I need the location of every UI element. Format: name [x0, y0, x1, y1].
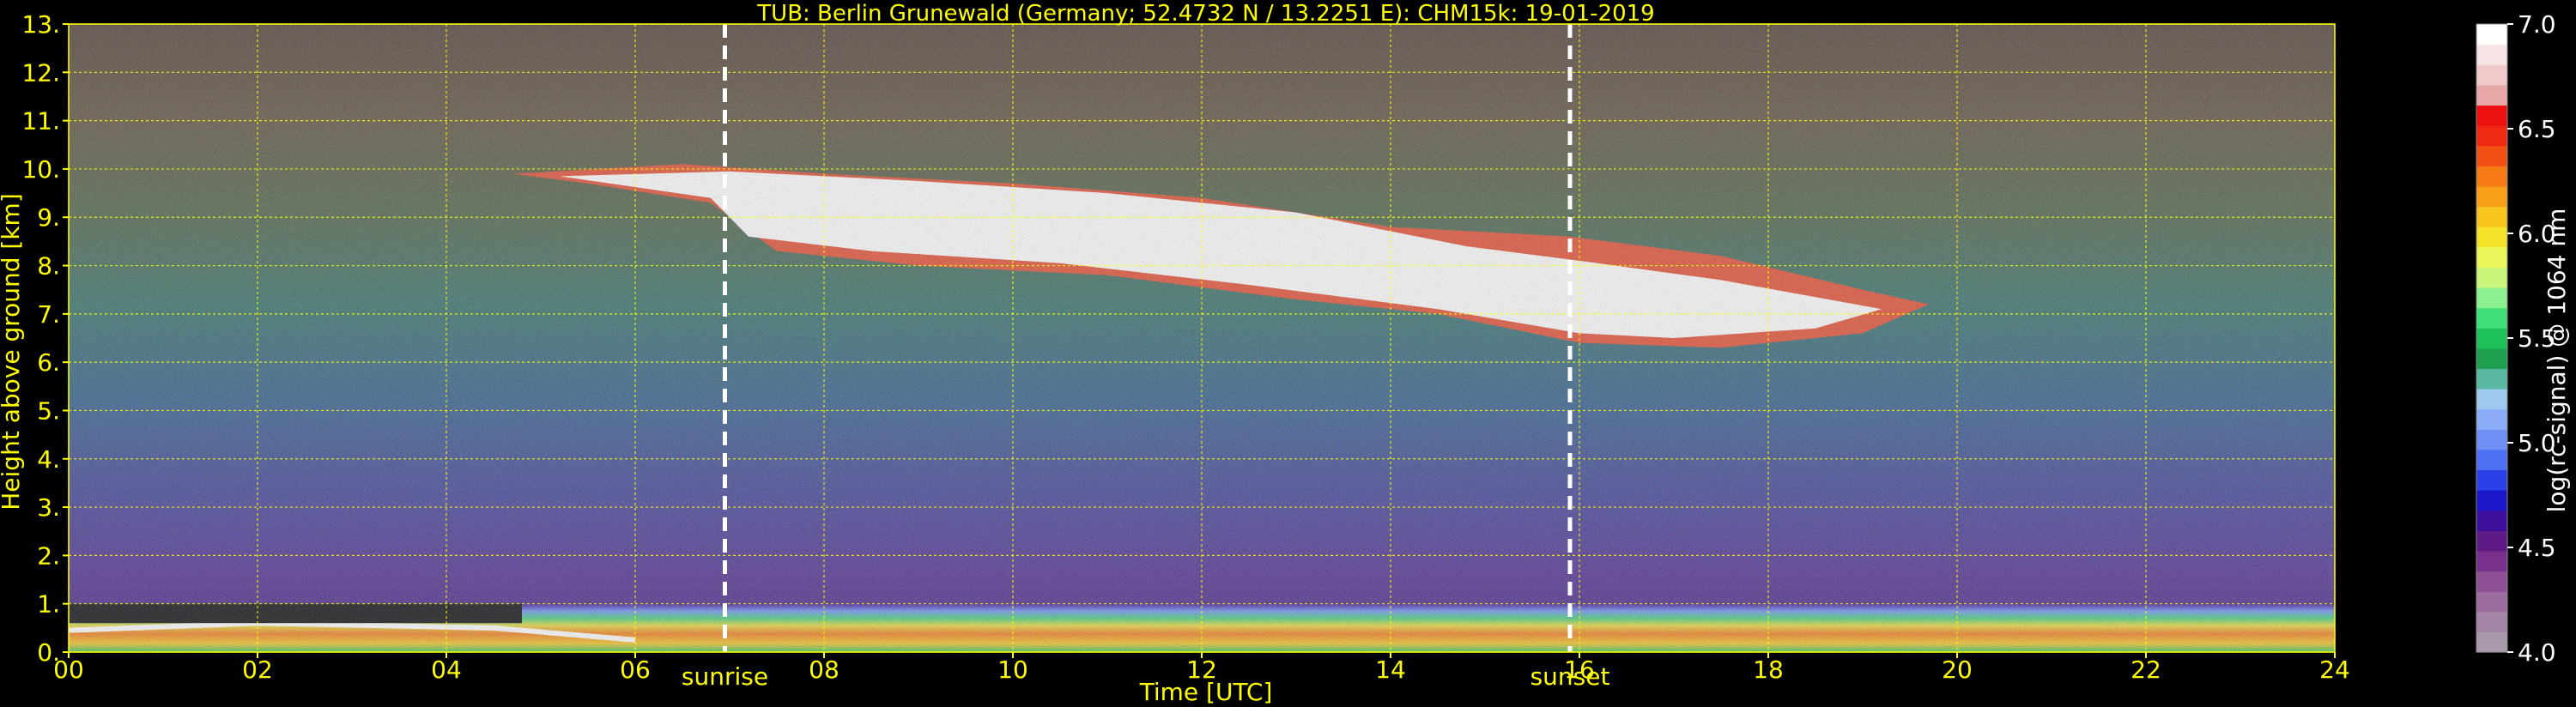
- y-tick-label: 13.: [21, 10, 60, 39]
- colorbar-swatch: [2476, 206, 2507, 227]
- y-tick-label: 5.: [37, 396, 60, 425]
- colorbar-swatch: [2476, 64, 2507, 86]
- x-tick-label: 00: [53, 656, 84, 684]
- x-tick-label: 06: [620, 656, 651, 684]
- colorbar-swatch: [2476, 449, 2507, 471]
- colorbar-swatch: [2476, 611, 2507, 632]
- y-tick-label: 12.: [21, 58, 60, 87]
- y-tick-label: 9.: [37, 203, 60, 232]
- colorbar-swatch: [2476, 24, 2507, 45]
- x-tick-label: 08: [809, 656, 839, 684]
- colorbar-swatch: [2476, 389, 2507, 410]
- x-tick-label: 10: [997, 656, 1028, 684]
- x-tick-label: 04: [431, 656, 462, 684]
- x-tick-label: 18: [1753, 656, 1784, 684]
- x-tick-label: 22: [2131, 656, 2161, 684]
- colorbar-swatch: [2476, 44, 2507, 65]
- y-tick-label: 2.: [37, 541, 60, 570]
- colorbar-swatch: [2476, 591, 2507, 613]
- y-axis-label: Height above ground [km]: [0, 193, 25, 511]
- y-tick-label: 6.: [37, 348, 60, 377]
- colorbar-swatch: [2476, 550, 2507, 572]
- y-tick-label: 10.: [21, 155, 60, 184]
- colorbar-tick-label: 6.5: [2518, 115, 2556, 143]
- colorbar-label: log(rc-signal) @ 1064 nm: [2543, 208, 2571, 513]
- colorbar-swatch: [2476, 347, 2507, 370]
- x-tick-label: 02: [242, 656, 273, 684]
- x-axis-label: Time [UTC]: [1139, 678, 1273, 706]
- colorbar-swatch: [2476, 530, 2507, 552]
- y-tick-label: 8.: [37, 252, 60, 281]
- colorbar-tick-label: 4.5: [2518, 534, 2556, 562]
- colorbar-swatch: [2476, 429, 2507, 450]
- y-tick-label: 3.: [37, 493, 60, 522]
- colorbar-swatch: [2476, 145, 2507, 166]
- y-tick-label: 7.: [37, 300, 60, 329]
- colorbar-swatch: [2476, 631, 2507, 653]
- lidar-ceilometer-chart: sunrise sunset 0.1.2.3.4.5.6.7.8.9.10.11.…: [0, 0, 2576, 707]
- colorbar-swatch: [2476, 287, 2507, 309]
- colorbar-tick-label: 7.0: [2518, 10, 2556, 39]
- colorbar-swatch: [2476, 328, 2507, 349]
- colorbar-swatch: [2476, 490, 2507, 511]
- colorbar-swatch: [2476, 246, 2507, 268]
- colorbar-swatch: [2476, 105, 2507, 126]
- colorbar-swatch: [2476, 185, 2507, 208]
- colorbar-tick-label: 4.0: [2518, 638, 2556, 667]
- colorbar-swatch: [2476, 571, 2507, 592]
- x-tick-label: 20: [1942, 656, 1973, 684]
- colorbar-swatch: [2476, 307, 2507, 329]
- colorbar-swatch: [2476, 510, 2507, 531]
- colorbar-swatch: [2476, 408, 2507, 430]
- colorbar-swatch: [2476, 84, 2507, 106]
- sunrise-label: sunrise: [682, 662, 768, 691]
- y-tick-label: 1.: [37, 590, 60, 619]
- chart-title: TUB: Berlin Grunewald (Germany; 52.4732 …: [756, 1, 1654, 27]
- colorbar-swatch: [2476, 166, 2507, 187]
- colorbar-swatch: [2476, 125, 2507, 147]
- x-tick-label: 14: [1375, 656, 1406, 684]
- y-tick-label: 4.: [37, 445, 60, 474]
- y-tick-label: 11.: [21, 107, 60, 136]
- x-tick-label: 24: [2319, 656, 2350, 684]
- colorbar-swatch: [2476, 368, 2507, 390]
- colorbar-swatch: [2476, 469, 2507, 491]
- colorbar-swatch: [2476, 227, 2507, 248]
- colorbar-swatch: [2476, 267, 2507, 288]
- x-tick-label: 16: [1564, 656, 1595, 684]
